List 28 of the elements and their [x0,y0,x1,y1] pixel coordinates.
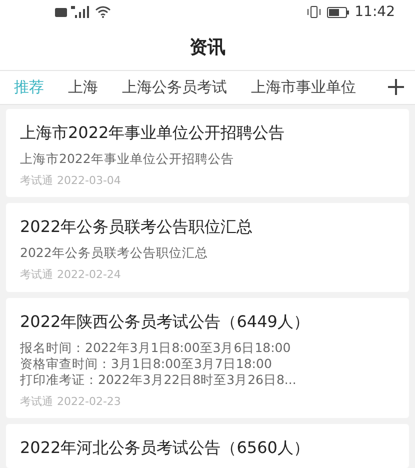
article-date: 2022-02-23 [57,394,121,410]
status-time: 11:42 [354,2,395,22]
category-tab[interactable]: 上海 [68,76,98,98]
signal-icon [71,6,91,18]
article-summary: 资格审查时间：3月1日8:00至3月7日18:00 [20,356,273,372]
category-tab[interactable]: 上海公务员考试 [122,76,227,98]
article-summary: 报名时间：2022年3月1日8:00至3月6日18:00 [20,340,292,356]
article-title: 2022年河北公务员考试公告（6560人） [20,437,310,460]
article-summary: 打印准考证：2022年3月22日8时至3月26日8... [20,372,298,388]
article-summary: 2022年公务员联考公告职位汇总 [20,245,209,262]
vibrate-icon [306,6,321,18]
article-card[interactable]: 2022年公务员联考公告职位汇总 2022年公务员联考公告职位汇总 考试通 2022-02-24 [6,203,409,292]
article-summary: 上海市2022年事业单位公开招聘公告 [20,150,235,167]
article-card[interactable]: 2022年河北公务员考试公告（6560人） [6,424,409,468]
article-date: 2022-03-04 [57,172,121,189]
page-title: 资讯 [190,36,226,60]
article-card[interactable]: 上海市2022年事业单位公开招聘公告 上海市2022年事业单位公开招聘公告 考试通 2022-03-04 [6,108,409,198]
article-card[interactable]: 2022年陕西公务员考试公告（6449人） 报名时间：2022年3月1日8:00至3月6日18:00 资格审查时间：3月1日8:00至3月7日18:00 打印准考证：2022年3月22日8时至3月26日8... 考试通 2022-02-23 [6,298,409,418]
article-source: 考试通 [20,267,53,284]
battery-icon [326,6,349,18]
article-title: 上海市2022年事业单位公开招聘公告 [20,122,286,144]
article-date: 2022-02-24 [57,267,121,284]
article-title: 2022年陕西公务员考试公告（6449人） [20,310,310,333]
article-source: 考试通 [20,394,53,410]
article-title: 2022年公务员联考公告职位汇总 [20,216,254,238]
category-tab[interactable]: 上海市事业单位 [251,76,356,98]
wifi-icon [95,6,111,18]
article-source: 考试通 [20,172,53,189]
